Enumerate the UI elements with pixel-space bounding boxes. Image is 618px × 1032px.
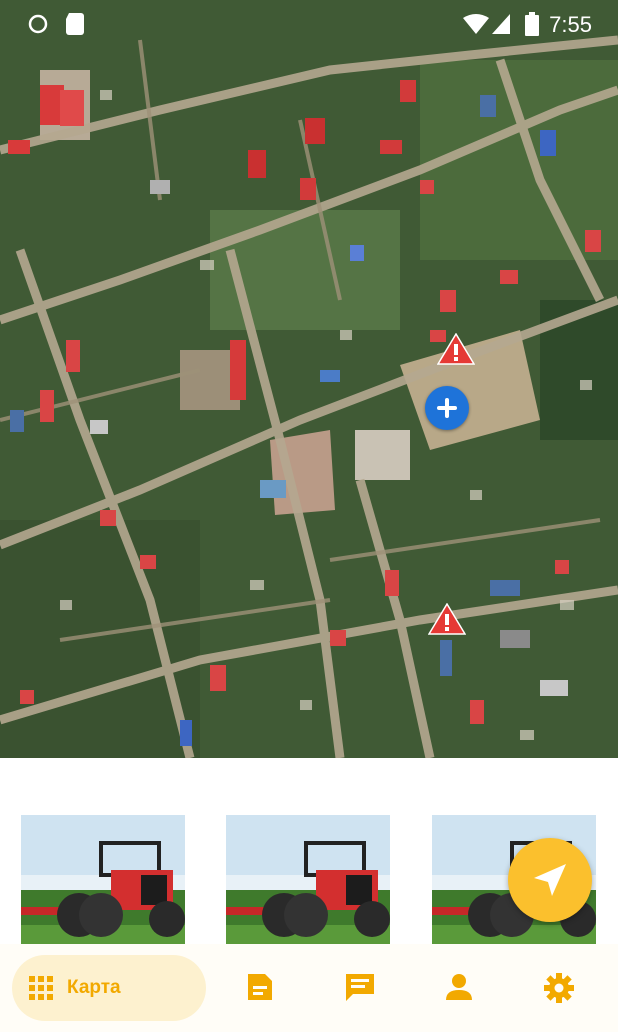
document-icon xyxy=(248,974,272,1000)
person-icon xyxy=(446,974,472,1000)
sync-icon xyxy=(28,14,48,34)
navigation-arrow-icon xyxy=(534,864,566,896)
add-marker-icon[interactable] xyxy=(425,386,469,430)
satellite-map[interactable]: 7:55 xyxy=(0,0,618,758)
nav-item-map[interactable]: Карта xyxy=(12,955,206,1021)
nav-item-settings[interactable] xyxy=(543,972,575,1004)
tractor-photo xyxy=(21,815,185,945)
nav-item-profile[interactable] xyxy=(444,972,476,1004)
tractor-photo xyxy=(226,815,390,945)
gear-icon xyxy=(544,973,574,1003)
grid-icon xyxy=(29,976,53,1000)
nav-item-messages[interactable] xyxy=(344,972,376,1004)
satellite-imagery xyxy=(0,0,618,758)
warning-marker-icon[interactable] xyxy=(428,603,466,635)
battery-icon xyxy=(525,12,539,36)
nav-item-documents[interactable] xyxy=(245,972,277,1004)
bottom-navigation: Карта xyxy=(0,944,618,1032)
navigate-button[interactable] xyxy=(508,838,592,922)
vehicle-card[interactable] xyxy=(226,815,390,945)
warning-marker-icon[interactable] xyxy=(437,333,475,365)
sd-card-icon xyxy=(66,13,84,35)
vehicle-card[interactable] xyxy=(21,815,185,945)
chat-icon xyxy=(346,974,374,1001)
nav-item-label: Карта xyxy=(67,977,121,998)
status-time: 7:55 xyxy=(549,12,592,37)
signal-icon xyxy=(492,14,510,34)
wifi-icon xyxy=(463,14,489,34)
status-bar: 7:55 xyxy=(0,0,618,48)
